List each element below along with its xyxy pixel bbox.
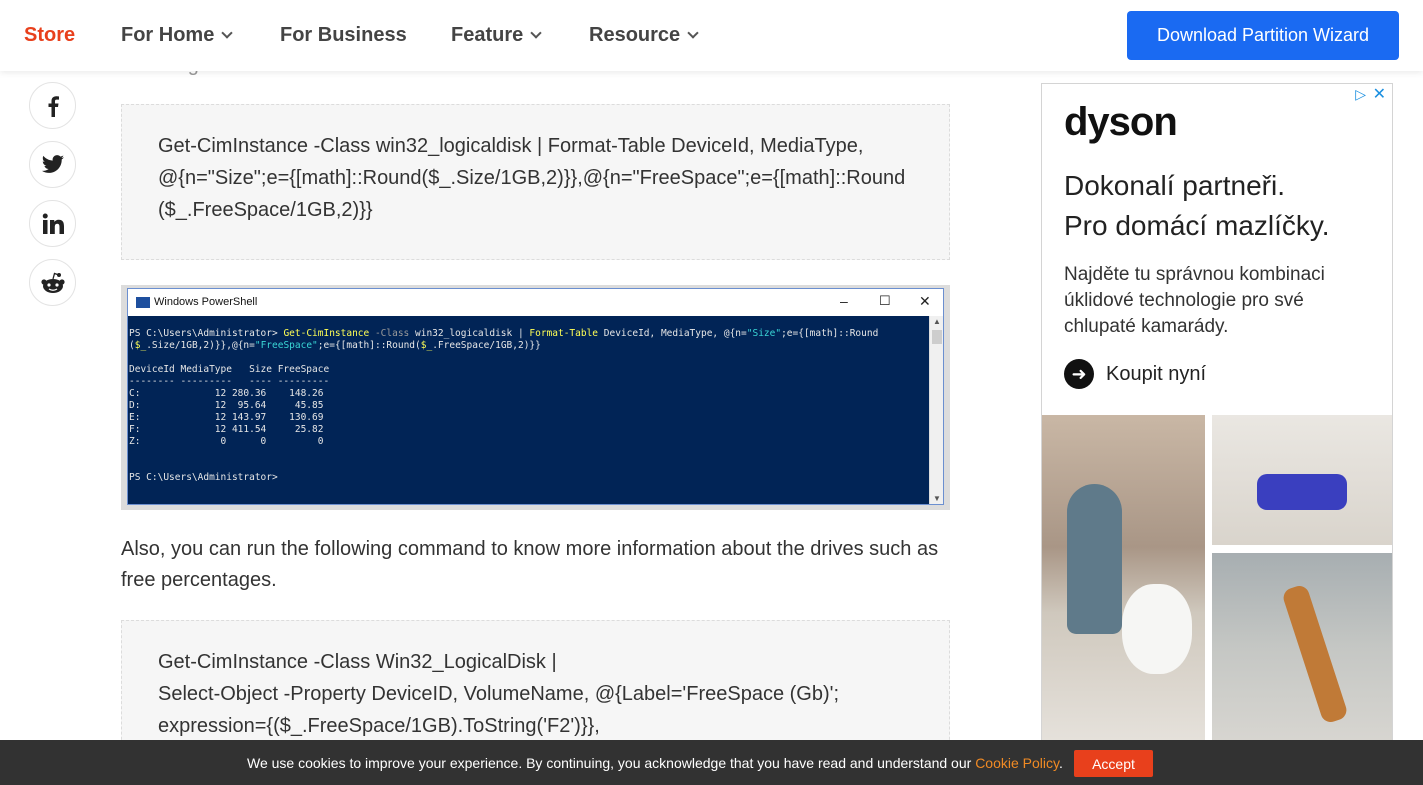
cmd-token: .Size/1GB,2)}},@{n= bbox=[146, 340, 255, 351]
cmd-token: -Class bbox=[369, 328, 410, 339]
reddit-icon bbox=[40, 272, 65, 293]
dyson-advertisement[interactable]: ▷ ✕ dyson Dokonalí partneři. Pro domácí … bbox=[1041, 83, 1393, 743]
nav-item-label: Resource bbox=[589, 24, 681, 46]
ad-cta-label: Koupit nyní bbox=[1106, 362, 1207, 385]
code-line: expression={($_.FreeSpace/1GB).ToString(… bbox=[158, 715, 600, 737]
code-line: Get-CimInstance -Class win32_logicaldisk… bbox=[158, 135, 864, 157]
code-block: Get-CimInstance -Class win32_logicaldisk… bbox=[121, 104, 950, 260]
cmd-token: Format-Table bbox=[529, 328, 599, 339]
cmd-token: $_ bbox=[134, 340, 147, 351]
ad-photo-dog bbox=[1122, 584, 1192, 674]
ad-body-text: Najděte tu správnou kombinaci úklidové t… bbox=[1064, 264, 1325, 337]
maximize-icon: ☐ bbox=[879, 293, 891, 308]
powershell-icon bbox=[136, 297, 150, 308]
window-titlebar: Windows PowerShell – ☐ ✕ bbox=[128, 289, 943, 316]
facebook-icon bbox=[48, 95, 59, 117]
share-linkedin-button[interactable] bbox=[29, 200, 76, 247]
cookie-message-text: We use cookies to improve your experienc… bbox=[247, 755, 976, 771]
article-paragraph: Also, you can run the following command … bbox=[121, 538, 939, 591]
ad-headline: Dokonalí partneři. Pro domácí mazlíčky. bbox=[1064, 166, 1384, 246]
console-output: PS C:\Users\Administrator> Get-CimInstan… bbox=[128, 316, 929, 504]
nav-item-label: For Business bbox=[280, 24, 407, 46]
cmd-token: "Size" bbox=[746, 328, 782, 339]
cmd-token: win32_logicaldisk | bbox=[409, 328, 530, 339]
cookie-policy-link[interactable]: Cookie Policy bbox=[975, 755, 1059, 771]
table-row: F: 12 411.54 25.82 bbox=[129, 424, 324, 435]
table-row: E: 12 143.97 130.69 bbox=[129, 412, 324, 423]
arrow-right-icon: ➜ bbox=[1064, 359, 1094, 389]
cmd-token: .FreeSpace/1GB,2)}} bbox=[432, 340, 541, 351]
nav-item-for-business[interactable]: For Business bbox=[280, 24, 407, 47]
scroll-up-icon: ▲ bbox=[933, 317, 941, 326]
ad-photo-boy bbox=[1067, 484, 1122, 634]
code-line: ($_.FreeSpace/1GB,2)}} bbox=[158, 199, 373, 221]
ad-headline-line: Dokonalí partneři. bbox=[1064, 170, 1286, 201]
close-icon: ✕ bbox=[919, 293, 931, 309]
ad-close-icon[interactable]: ✕ bbox=[1373, 84, 1386, 104]
table-row: Z: 0 0 0 bbox=[129, 436, 324, 447]
chevron-down-icon bbox=[530, 27, 542, 39]
table-header: DeviceId MediaType Size FreeSpace bbox=[129, 364, 330, 375]
code-line: @{n="Size";e={[math]::Round($_.Size/1GB,… bbox=[158, 167, 906, 189]
nav-item-for-home[interactable]: For Home bbox=[121, 24, 234, 47]
ad-photo-vacuum-head bbox=[1257, 474, 1347, 510]
scroll-thumb bbox=[932, 330, 942, 344]
table-row: D: 12 95.64 45.85 bbox=[129, 400, 324, 411]
cookie-message: We use cookies to improve your experienc… bbox=[247, 755, 1063, 771]
code-line: Get-CimInstance -Class Win32_LogicalDisk… bbox=[158, 651, 557, 673]
twitter-icon bbox=[41, 154, 64, 173]
cookie-banner: We use cookies to improve your experienc… bbox=[0, 740, 1423, 785]
cmd-token: ;e={[math]::Round( bbox=[317, 340, 421, 351]
nav-item-label: For Home bbox=[121, 24, 215, 46]
share-reddit-button[interactable] bbox=[29, 259, 76, 306]
cmd-token: "FreeSpace" bbox=[254, 340, 318, 351]
share-facebook-button[interactable] bbox=[29, 82, 76, 129]
cmd-token: DeviceId, MediaType, @{n= bbox=[598, 328, 747, 339]
cmd-token: Get-CimInstance bbox=[283, 328, 370, 339]
prompt-text: PS C:\Users\Administrator> bbox=[129, 328, 284, 339]
download-partition-wizard-button[interactable]: Download Partition Wizard bbox=[1127, 11, 1399, 60]
chevron-down-icon bbox=[687, 27, 699, 39]
top-navbar: Store For Home For Business Feature Reso… bbox=[0, 0, 1423, 71]
cmd-token: $_ bbox=[420, 340, 433, 351]
nav-item-resource[interactable]: Resource bbox=[589, 24, 699, 47]
scroll-down-icon: ▼ bbox=[933, 494, 941, 503]
powershell-screenshot: Windows PowerShell – ☐ ✕ PS C:\Users\Adm… bbox=[121, 285, 950, 510]
nav-item-label: Feature bbox=[451, 24, 524, 46]
table-rule: -------- --------- ---- --------- bbox=[129, 376, 330, 387]
prompt-text: PS C:\Users\Administrator> bbox=[129, 472, 278, 483]
code-block: Get-CimInstance -Class Win32_LogicalDisk… bbox=[121, 620, 950, 760]
ad-headline-line: Pro domácí mazlíčky. bbox=[1064, 210, 1330, 241]
cmd-token: ;e={[math]::Round bbox=[781, 328, 879, 339]
nav-store-link[interactable]: Store bbox=[24, 24, 75, 47]
adchoices-icon[interactable]: ▷ bbox=[1355, 86, 1366, 103]
chevron-down-icon bbox=[221, 27, 234, 39]
console-scrollbar: ▲ ▼ bbox=[929, 316, 943, 504]
powershell-window: Windows PowerShell – ☐ ✕ PS C:\Users\Adm… bbox=[127, 288, 944, 505]
table-row: C: 12 280.36 148.26 bbox=[129, 388, 324, 399]
code-line: Select-Object -Property DeviceID, Volume… bbox=[158, 683, 840, 705]
minimize-icon: – bbox=[840, 293, 848, 309]
cookie-accept-button[interactable]: Accept bbox=[1074, 750, 1153, 777]
ad-brand-logo: dyson bbox=[1064, 100, 1178, 144]
cookie-period: . bbox=[1058, 755, 1063, 771]
linkedin-icon bbox=[42, 213, 64, 234]
share-twitter-button[interactable] bbox=[29, 141, 76, 188]
nav-item-feature[interactable]: Feature bbox=[451, 24, 542, 47]
ad-cta-link[interactable]: ➜ Koupit nyní bbox=[1064, 359, 1206, 389]
window-title: Windows PowerShell bbox=[154, 296, 258, 308]
